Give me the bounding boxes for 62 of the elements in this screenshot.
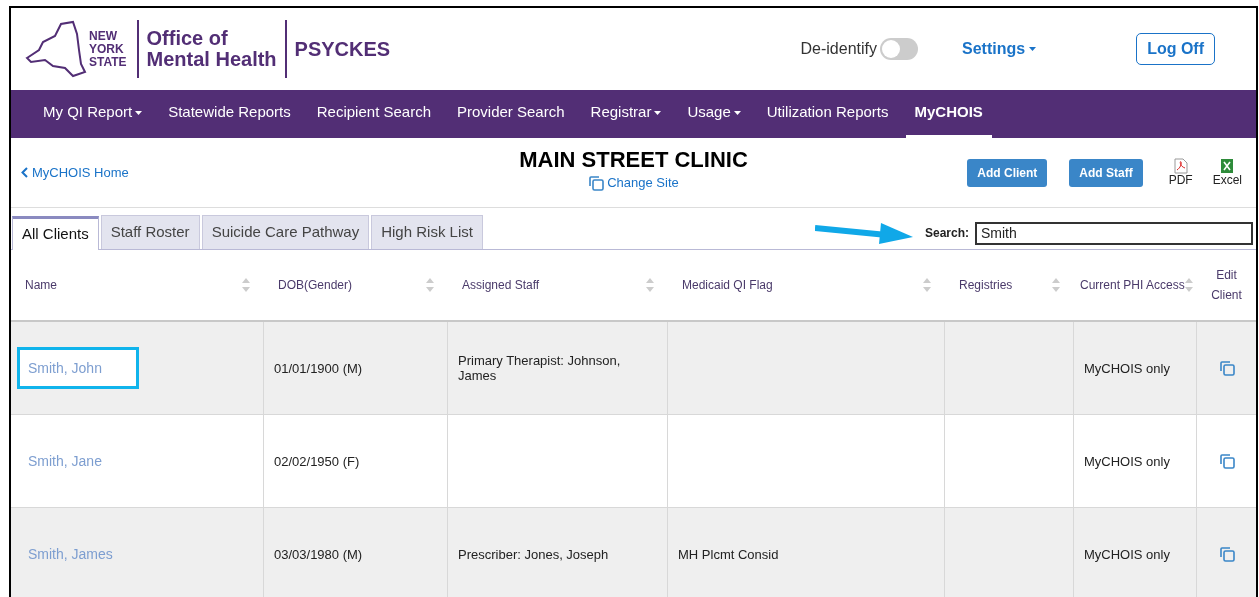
table-cell: MyCHOIS only — [1084, 453, 1170, 469]
column-header[interactable]: Assigned Staff — [462, 275, 540, 295]
tab[interactable]: All Clients — [12, 216, 99, 250]
table-cell: 01/01/1900 (M) — [274, 360, 363, 376]
export-button[interactable]: PDF — [1164, 158, 1197, 187]
app-name: PSYCKES — [294, 37, 391, 62]
change-site-link[interactable]: Change Site — [588, 172, 679, 193]
edit-client-icon[interactable] — [1218, 453, 1235, 469]
column-header[interactable]: Name — [25, 275, 57, 295]
settings-menu[interactable]: Settings — [962, 37, 1037, 61]
nav-item[interactable]: Registrar — [581, 90, 671, 138]
sort-icon[interactable] — [1052, 278, 1060, 292]
nav-item[interactable]: Recipient Search — [307, 90, 440, 138]
table-cell: 03/03/1980 (M) — [274, 546, 363, 562]
search-field[interactable]: Smith — [975, 221, 1253, 245]
search-label: Search: — [924, 225, 969, 242]
deidentify-label: De-identify — [800, 39, 877, 59]
spreadsheet-icon — [1220, 158, 1235, 174]
pdf-file-icon — [1173, 158, 1188, 174]
sort-icon[interactable] — [923, 278, 931, 292]
column-header[interactable]: Current PHI Access — [1080, 275, 1185, 295]
table-cell: MH Plcmt Consid — [678, 546, 779, 562]
deidentify-toggle[interactable] — [880, 38, 918, 60]
nav-item[interactable]: Provider Search — [448, 90, 574, 138]
sort-icon[interactable] — [242, 278, 250, 292]
chevron-left-icon — [21, 167, 28, 178]
copy-icon[interactable] — [588, 174, 605, 191]
column-header[interactable]: Registries — [959, 275, 1013, 295]
edit-client-icon[interactable] — [1218, 546, 1235, 562]
table-cell-text: Primary Therapist: Johnson, James — [458, 353, 622, 383]
clinic-title: MAIN STREET CLINIC — [519, 146, 748, 173]
edit-client-icon[interactable] — [1218, 360, 1235, 376]
sort-icon[interactable] — [426, 278, 434, 292]
logo-text: STATE — [89, 55, 127, 69]
table-cell: MyCHOIS only — [1084, 546, 1170, 562]
add-button[interactable]: Add Staff — [1069, 158, 1143, 187]
nav-item[interactable]: Statewide Reports — [159, 90, 300, 138]
add-button[interactable]: Add Client — [967, 158, 1048, 187]
table-cell: 02/02/1950 (F) — [274, 453, 360, 469]
back-link[interactable]: MyCHOIS Home — [21, 162, 441, 183]
office-name: Office of — [146, 28, 229, 49]
table-cell: MyCHOIS only — [1084, 360, 1170, 376]
sort-icon[interactable] — [1184, 278, 1193, 292]
nav-item[interactable]: Usage — [678, 90, 750, 138]
table-cell: Prescriber: Jones, Joseph — [458, 546, 609, 562]
column-header[interactable]: Edit Client — [1203, 265, 1250, 305]
column-header[interactable]: Medicaid QI Flag — [682, 275, 773, 295]
logo-text: YORK — [89, 42, 125, 56]
office-name: Mental Health — [146, 49, 277, 70]
export-button[interactable]: Excel — [1208, 158, 1246, 187]
column-header[interactable]: DOB(Gender) — [278, 275, 353, 295]
nav-item[interactable]: MyCHOIS — [905, 90, 992, 138]
log-off-button[interactable]: Log Off — [1136, 33, 1215, 65]
tab[interactable]: Suicide Care Pathway — [201, 215, 370, 249]
tab[interactable]: Staff Roster — [100, 215, 200, 249]
caret-icon — [1029, 47, 1037, 51]
tab[interactable]: High Risk List — [371, 215, 483, 249]
logo-text: NEW — [89, 29, 118, 43]
sort-icon[interactable] — [646, 278, 654, 292]
state-map-icon — [25, 20, 87, 78]
nav-item[interactable]: Utilization Reports — [757, 90, 898, 138]
nav-item[interactable]: My QI Report — [34, 90, 152, 138]
